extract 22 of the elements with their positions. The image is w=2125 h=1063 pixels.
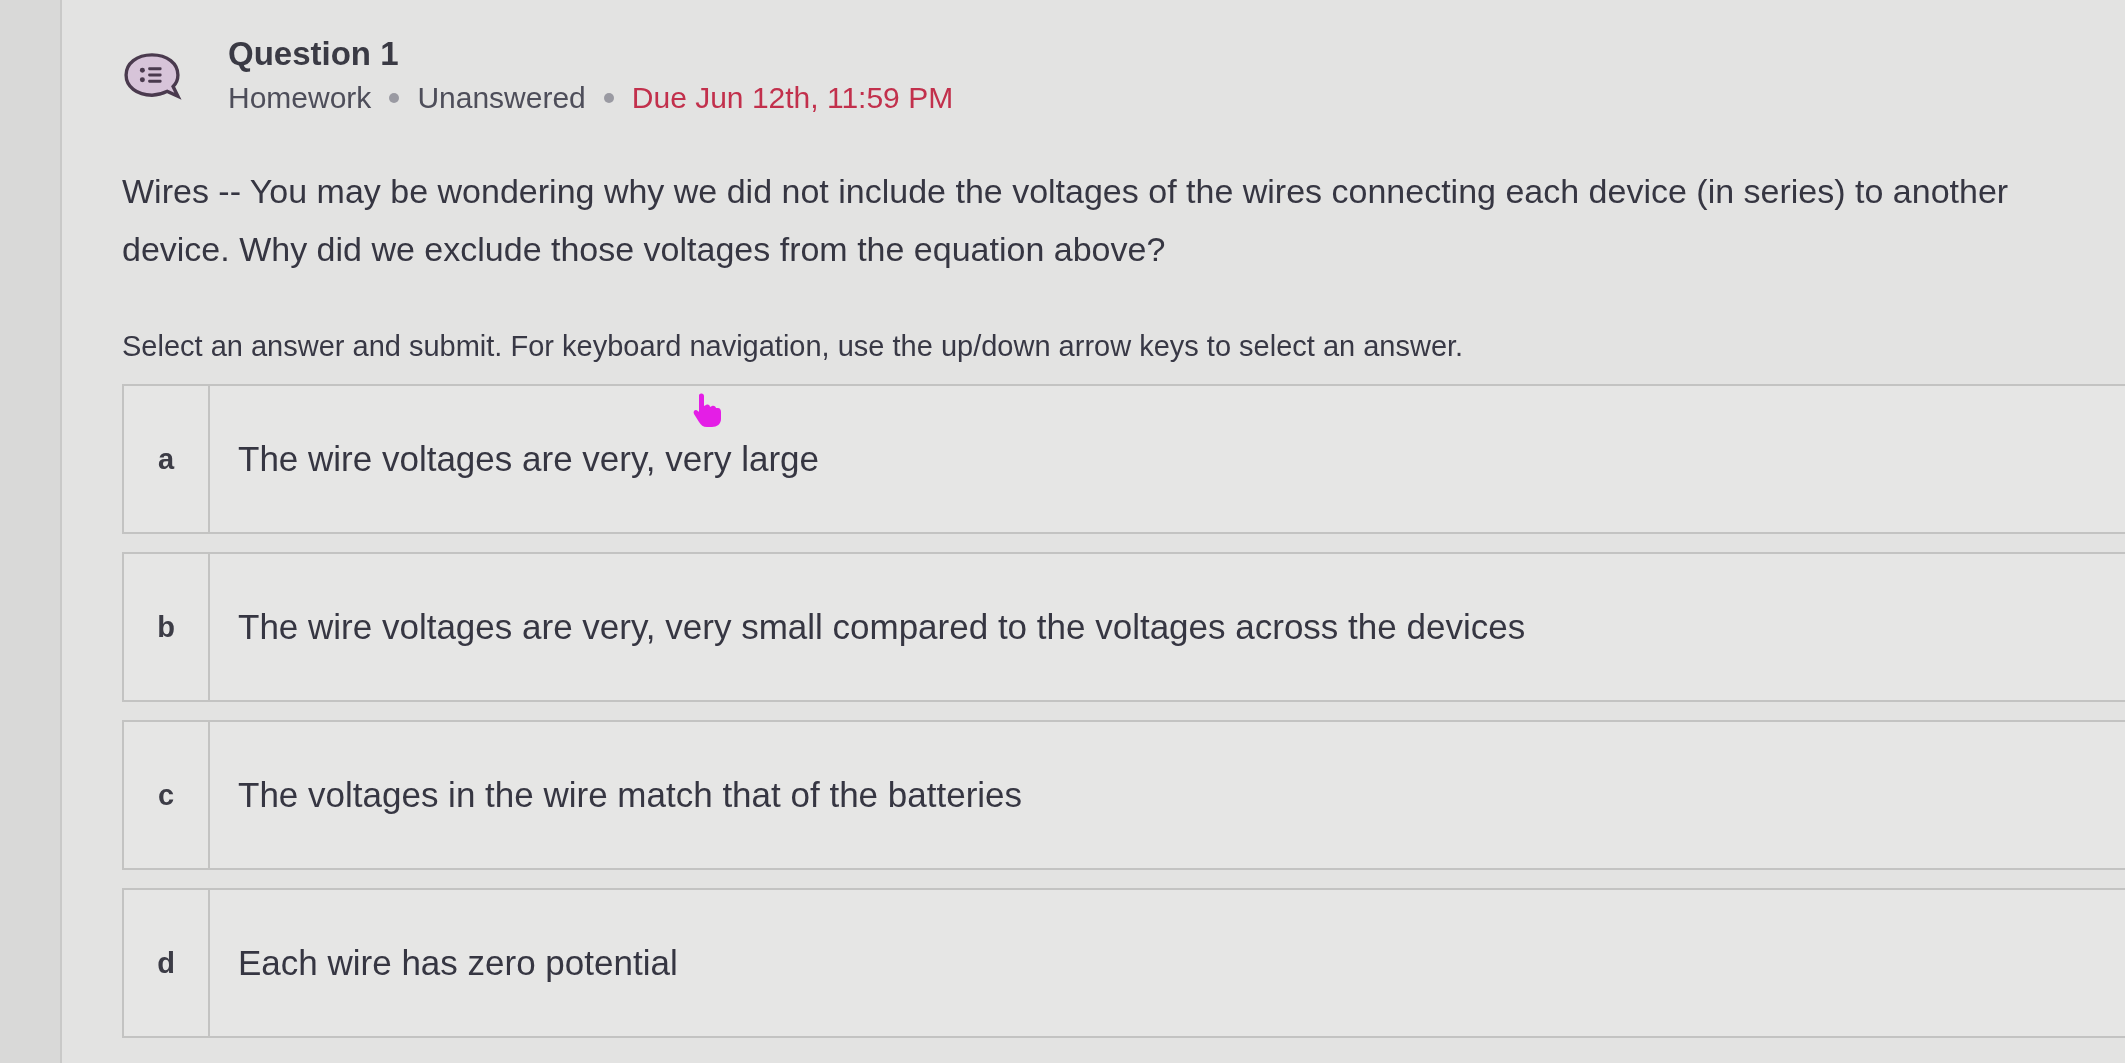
question-text: Wires -- You may be wondering why we did not include the voltages of the wires connecting each device (in series) to another device. Why did we exclude those voltages from the equation above? — [122, 171, 2010, 270]
answer-option[interactable]: b The wire voltages are very, very small compared to the voltages across the devices — [122, 552, 2125, 702]
due-date-label: Due Jun 12th, 11:59 PM — [631, 80, 954, 116]
question-title: Question 1 — [228, 34, 400, 74]
answer-option[interactable]: d Each wire has zero potential — [122, 888, 2125, 1038]
answer-option[interactable]: a The wire voltages are very, very large — [122, 384, 2125, 534]
separator-dot-icon — [603, 93, 614, 103]
option-letter: c — [124, 722, 210, 868]
option-text: The wire voltages are very, very large — [238, 439, 819, 479]
option-text: Each wire has zero potential — [238, 943, 678, 983]
option-letter: d — [124, 890, 210, 1036]
hand-pointer-icon — [692, 392, 722, 428]
instruction-text: Select an answer and submit. For keyboard navigation, use the up/down arrow keys to select an answer. — [122, 329, 1465, 364]
assignment-type-label: Homework — [228, 80, 372, 116]
status-label: Unanswered — [417, 80, 586, 116]
option-text: The wire voltages are very, very small compared to the voltages across the devices — [238, 607, 1526, 647]
separator-dot-icon — [389, 93, 400, 103]
option-letter: b — [124, 554, 210, 700]
answer-option[interactable]: c The voltages in the wire match that of the batteries — [122, 720, 2125, 870]
option-text: The voltages in the wire match that of the batteries — [238, 775, 1023, 815]
question-list-icon — [122, 52, 182, 100]
option-letter: a — [124, 386, 210, 532]
